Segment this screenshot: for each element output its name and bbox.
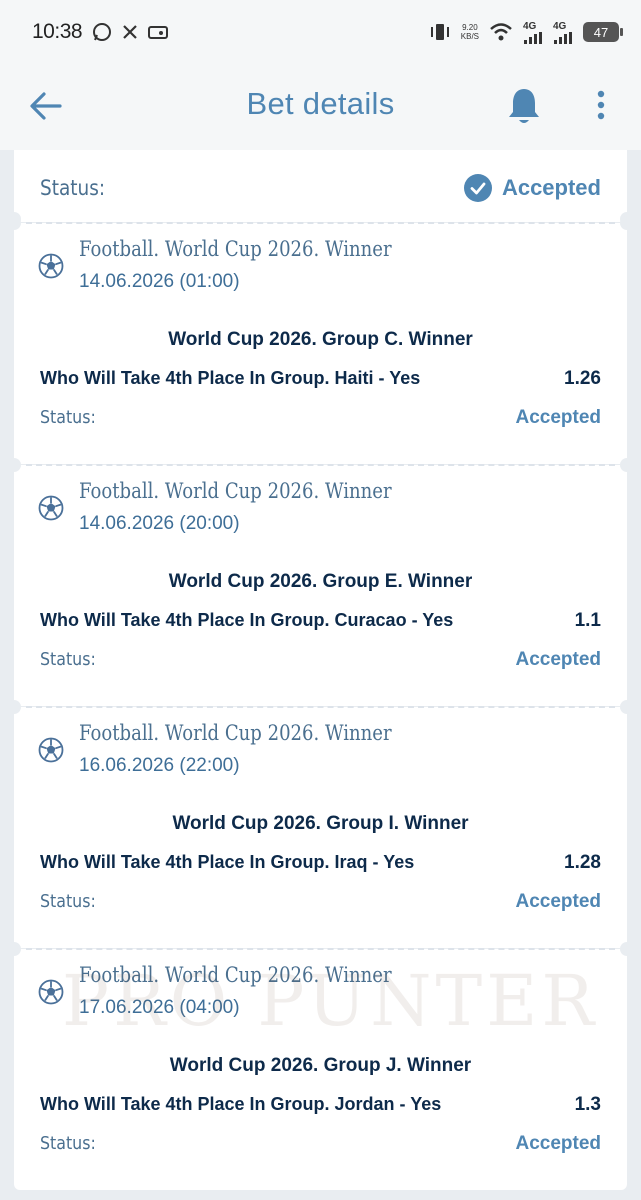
check-circle-icon: [463, 174, 492, 202]
bet-summary-card: Status: Accepted: [7, 150, 634, 226]
clock: 10:38: [32, 20, 83, 43]
league-name: Football. World Cup 2026. Winner: [79, 963, 392, 987]
status-value: Accepted: [515, 1133, 601, 1154]
network-speed: 9.20 KB/S: [460, 23, 479, 41]
selection-name: Who Will Take 4th Place In Group. Iraq -…: [40, 852, 415, 872]
bet-details-content: Status: Accepted Football. World Cup 202…: [7, 150, 634, 1190]
selection-name: Who Will Take 4th Place In Group. Haiti …: [40, 368, 421, 388]
odds-value: 1.28: [564, 852, 601, 873]
status-value: Accepted: [515, 891, 601, 912]
page-title: Bet details: [246, 86, 395, 121]
status-label: Status:: [40, 649, 96, 670]
bet-card: Football. World Cup 2026. Winner 17.06.2…: [7, 942, 634, 1190]
bet-card: Football. World Cup 2026. Winner 16.06.2…: [7, 700, 634, 948]
status-badge: Accepted: [463, 174, 601, 202]
event-datetime: 17.06.2026 (04:00): [79, 997, 240, 1018]
event-datetime: 14.06.2026 (01:00): [79, 271, 240, 292]
odds-value: 1.26: [564, 368, 601, 389]
status-label: Status:: [40, 891, 96, 912]
cell-signal-icon: 4G: [553, 21, 573, 44]
system-status-bar: 10:38 9.20 KB/S 4G 4G 47: [0, 0, 641, 64]
selection-name: Who Will Take 4th Place In Group. Curaca…: [40, 610, 454, 630]
status-value: Accepted: [515, 649, 601, 670]
bet-card: Football. World Cup 2026. Winner 14.06.2…: [7, 458, 634, 706]
whatsapp-icon: [92, 22, 112, 42]
football-icon: [38, 495, 64, 521]
odds-value: 1.1: [574, 610, 601, 631]
bell-icon: [509, 89, 539, 123]
vibrate-icon: [429, 22, 451, 42]
wifi-icon: [489, 22, 513, 42]
league-name: Football. World Cup 2026. Winner: [79, 479, 392, 503]
football-icon: [38, 979, 64, 1005]
notifications-button[interactable]: [506, 86, 542, 126]
status-value: Accepted: [501, 175, 601, 200]
x-icon: [122, 24, 138, 40]
event-datetime: 14.06.2026 (20:00): [79, 513, 240, 534]
market-name: World Cup 2026. Group E. Winner: [168, 571, 473, 592]
football-icon: [38, 737, 64, 763]
more-vertical-icon: [597, 90, 605, 120]
summary-status-row: Status: Accepted: [40, 168, 601, 208]
odds-value: 1.3: [574, 1094, 601, 1115]
status-value: Accepted: [515, 407, 601, 428]
bet-card: Football. World Cup 2026. Winner 14.06.2…: [7, 216, 634, 464]
selection-name: Who Will Take 4th Place In Group. Jordan…: [40, 1094, 442, 1114]
battery-indicator: 47: [583, 22, 623, 42]
ticket-icon: [148, 24, 169, 40]
league-name: Football. World Cup 2026. Winner: [79, 237, 392, 261]
status-label: Status:: [40, 1133, 96, 1154]
market-name: World Cup 2026. Group J. Winner: [169, 1055, 472, 1076]
status-label: Status:: [40, 407, 96, 428]
cell-signal-icon: 4G: [523, 21, 543, 44]
football-icon: [38, 253, 64, 279]
app-header: Bet details: [0, 64, 641, 150]
league-name: Football. World Cup 2026. Winner: [79, 721, 392, 745]
more-options-button[interactable]: [592, 90, 610, 126]
status-label: Status:: [40, 176, 106, 200]
event-datetime: 16.06.2026 (22:00): [79, 755, 240, 776]
market-name: World Cup 2026. Group I. Winner: [172, 813, 469, 834]
market-name: World Cup 2026. Group C. Winner: [168, 329, 473, 350]
